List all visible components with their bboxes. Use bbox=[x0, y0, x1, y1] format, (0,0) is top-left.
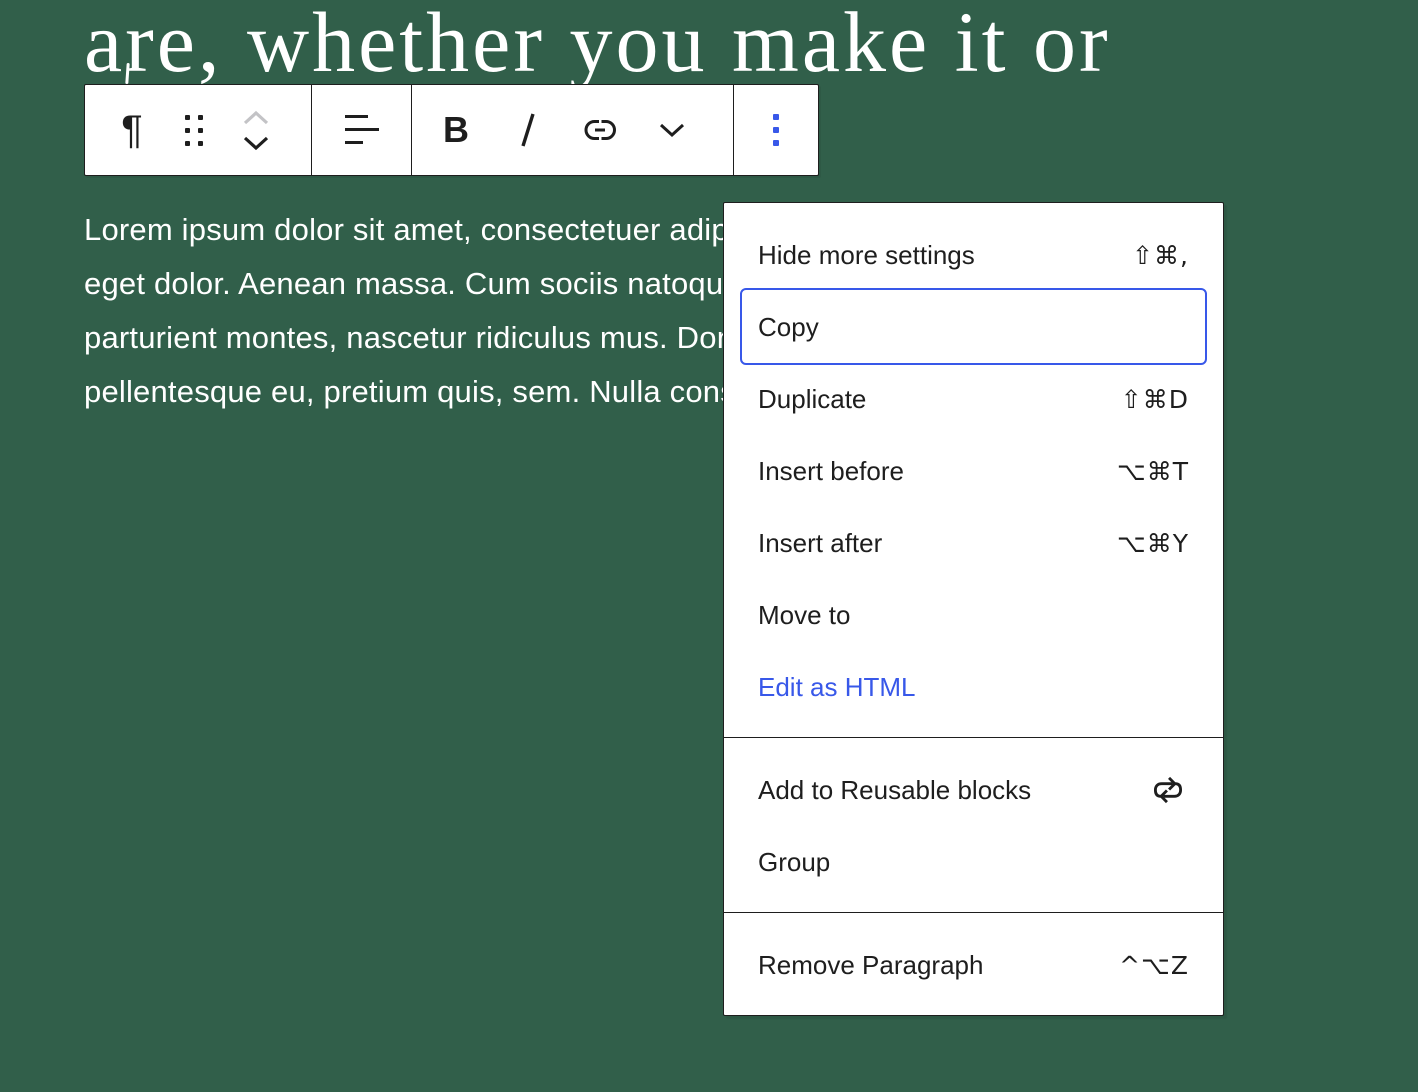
menu-section-reusable: Add to Reusable blocks Group bbox=[724, 737, 1223, 912]
shortcut-hint: ⌥⌘T bbox=[1117, 457, 1189, 486]
block-toolbar: ¶ bbox=[84, 84, 819, 176]
shortcut-hint: ^⌥Z bbox=[1119, 951, 1189, 980]
menu-item-label: Insert after bbox=[758, 528, 882, 559]
menu-item-label: Group bbox=[758, 847, 830, 878]
menu-item-edit-as-html[interactable]: Edit as HTML bbox=[724, 651, 1223, 723]
paragraph-icon: ¶ bbox=[121, 110, 142, 150]
bold-button[interactable]: B bbox=[420, 86, 492, 175]
align-text-icon bbox=[342, 112, 382, 148]
menu-item-group[interactable]: Group bbox=[724, 826, 1223, 898]
menu-item-move-to[interactable]: Move to bbox=[724, 579, 1223, 651]
menu-item-label: Hide more settings bbox=[758, 240, 975, 271]
drag-handle[interactable] bbox=[163, 86, 225, 175]
menu-item-label: Insert before bbox=[758, 456, 904, 487]
move-up-icon bbox=[241, 109, 271, 127]
toolbar-group-block: ¶ bbox=[85, 85, 312, 175]
shortcut-hint: ⇧⌘, bbox=[1132, 241, 1189, 270]
toolbar-group-align bbox=[312, 85, 412, 175]
move-down-icon[interactable] bbox=[241, 134, 271, 152]
shortcut-hint: ⌥⌘Y bbox=[1117, 529, 1189, 558]
align-text-button[interactable] bbox=[342, 86, 382, 175]
editor-canvas: are, whether you make it or Lorem ipsum … bbox=[0, 0, 1418, 1092]
toolbar-group-format: B bbox=[412, 85, 734, 175]
options-button[interactable] bbox=[773, 86, 779, 175]
menu-item-label: Copy bbox=[758, 312, 819, 343]
menu-item-label: Add to Reusable blocks bbox=[758, 775, 1031, 806]
italic-button[interactable] bbox=[492, 86, 564, 175]
link-icon bbox=[578, 108, 622, 152]
block-mover[interactable] bbox=[225, 86, 287, 175]
paragraph-block-button[interactable]: ¶ bbox=[101, 86, 163, 175]
menu-item-duplicate[interactable]: Duplicate ⇧⌘D bbox=[724, 363, 1223, 435]
menu-item-label: Remove Paragraph bbox=[758, 950, 983, 981]
options-icon bbox=[773, 114, 779, 146]
toolbar-group-options bbox=[734, 85, 818, 175]
menu-item-add-to-reusable-blocks[interactable]: Add to Reusable blocks bbox=[724, 754, 1223, 826]
menu-item-insert-after[interactable]: Insert after ⌥⌘Y bbox=[724, 507, 1223, 579]
menu-section-remove: Remove Paragraph ^⌥Z bbox=[724, 912, 1223, 1015]
more-formatting-button[interactable] bbox=[636, 86, 708, 175]
menu-section-settings: Hide more settings ⇧⌘, Copy Duplicate ⇧⌘… bbox=[724, 203, 1223, 737]
menu-item-copy[interactable]: Copy bbox=[724, 291, 1223, 363]
menu-item-hide-more-settings[interactable]: Hide more settings ⇧⌘, bbox=[724, 219, 1223, 291]
italic-icon bbox=[516, 108, 540, 152]
link-button[interactable] bbox=[564, 86, 636, 175]
menu-item-label: Edit as HTML bbox=[758, 672, 916, 703]
heading-block[interactable]: are, whether you make it or bbox=[84, 0, 1111, 85]
options-dropdown-menu: Hide more settings ⇧⌘, Copy Duplicate ⇧⌘… bbox=[723, 202, 1224, 1016]
bold-icon: B bbox=[443, 109, 469, 151]
menu-item-remove-paragraph[interactable]: Remove Paragraph ^⌥Z bbox=[724, 929, 1223, 1001]
menu-item-insert-before[interactable]: Insert before ⌥⌘T bbox=[724, 435, 1223, 507]
menu-item-label: Move to bbox=[758, 600, 851, 631]
reusable-block-icon bbox=[1147, 769, 1189, 811]
chevron-down-icon bbox=[656, 120, 688, 140]
menu-item-label: Duplicate bbox=[758, 384, 866, 415]
drag-handle-icon bbox=[185, 115, 203, 146]
shortcut-hint: ⇧⌘D bbox=[1121, 385, 1189, 414]
